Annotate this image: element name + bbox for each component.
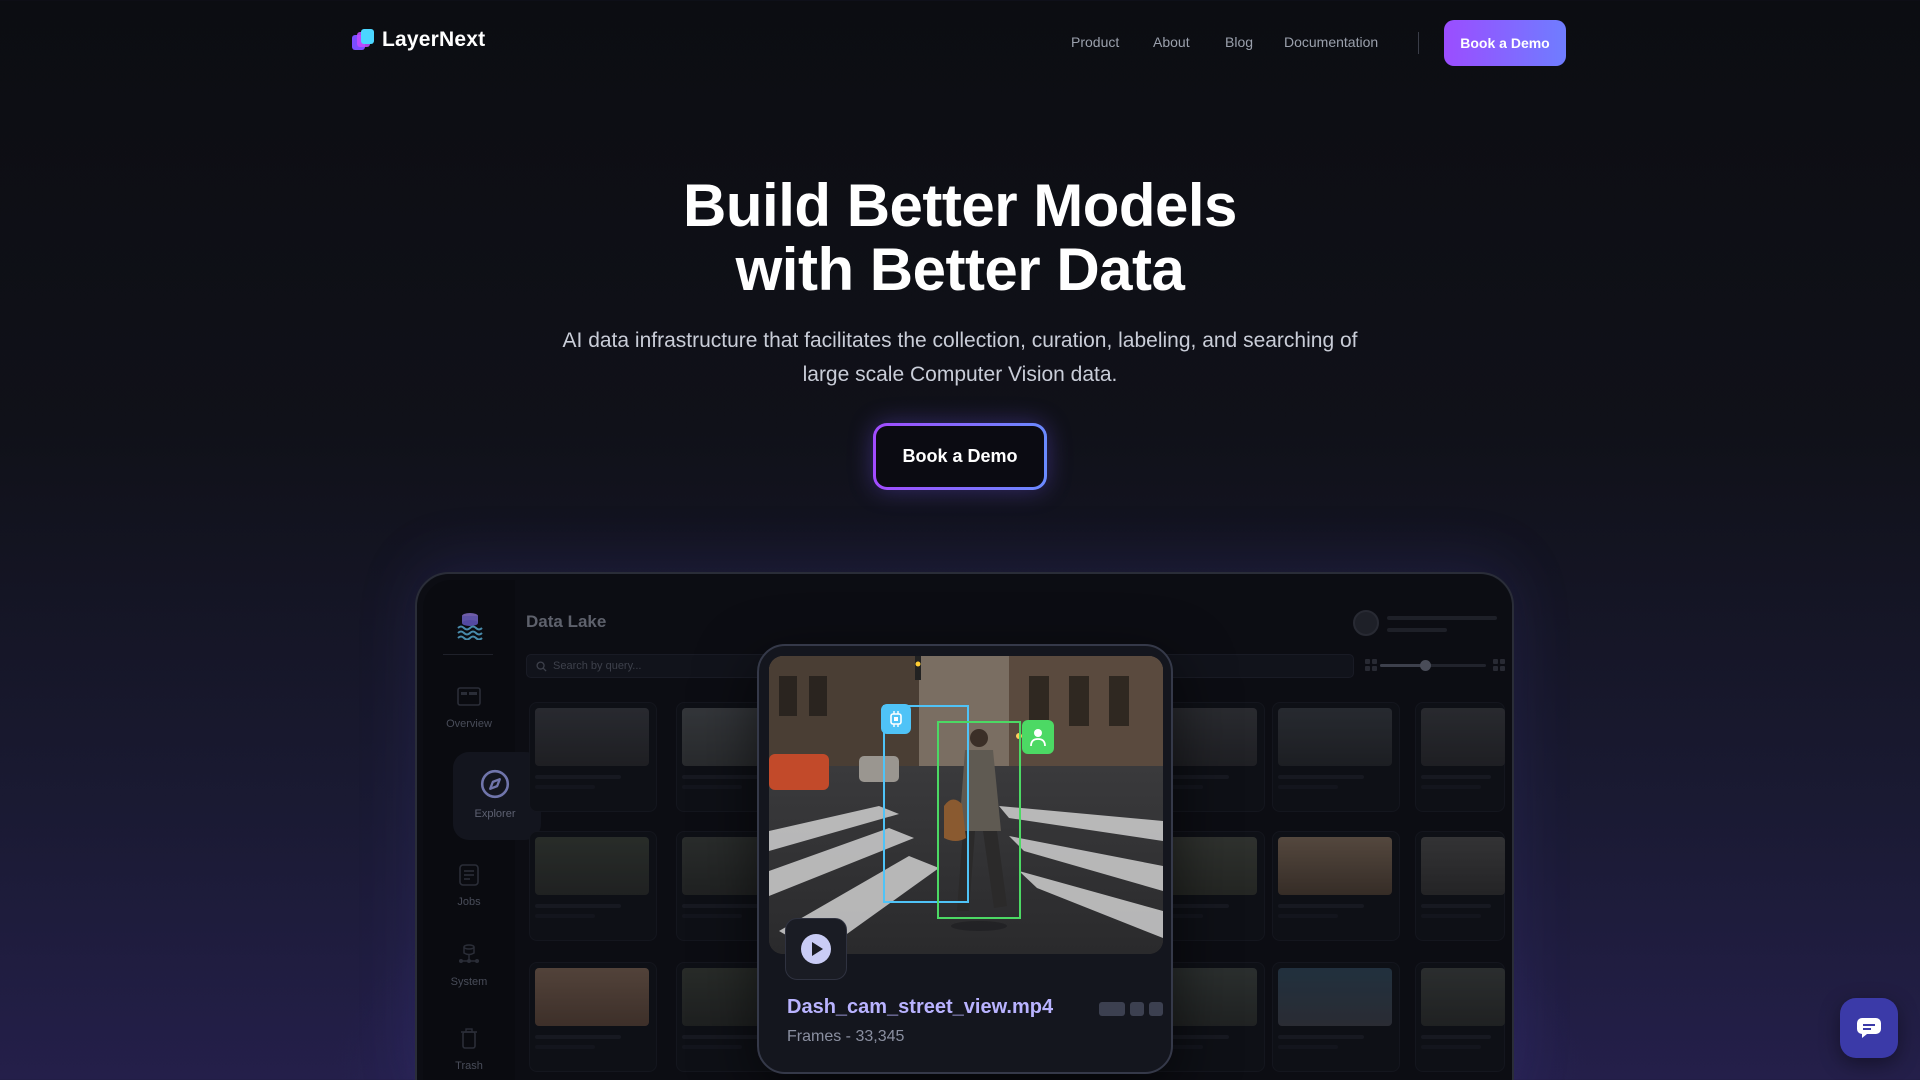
system-icon xyxy=(459,944,479,963)
data-card[interactable] xyxy=(1272,702,1400,812)
data-card[interactable] xyxy=(1415,702,1505,812)
site-header: LayerNext Product About Blog Documentati… xyxy=(0,0,1920,86)
sidebar-item-jobs[interactable]: Jobs xyxy=(423,862,515,910)
user-role-placeholder xyxy=(1387,628,1447,632)
play-icon xyxy=(801,934,831,964)
jobs-icon xyxy=(459,864,479,886)
chat-widget-button[interactable] xyxy=(1840,998,1898,1058)
data-card[interactable] xyxy=(1272,831,1400,941)
avatar[interactable] xyxy=(1353,610,1379,636)
data-card[interactable] xyxy=(1415,962,1505,1072)
hero-book-demo-button[interactable]: Book a Demo xyxy=(873,423,1047,490)
sidebar-item-label: Jobs xyxy=(457,896,481,908)
hero-title-line2: with Better Data xyxy=(735,236,1185,303)
brand-name: LayerNext xyxy=(382,28,486,51)
street-scene-image xyxy=(769,656,1163,954)
slider-handle[interactable] xyxy=(1420,660,1431,671)
header-book-demo-button[interactable]: Book a Demo xyxy=(1444,20,1566,66)
data-card[interactable] xyxy=(1415,831,1505,941)
hero-subtitle-line1: AI data infrastructure that facilitates … xyxy=(562,329,1358,352)
nav-divider xyxy=(1418,32,1419,54)
video-frame-count: Frames - 33,345 xyxy=(787,1028,905,1045)
sidebar-item-label: Trash xyxy=(455,1060,483,1072)
hero-subtitle-line2: large scale Computer Vision data. xyxy=(802,363,1118,386)
grid-small-icon[interactable] xyxy=(1365,659,1377,671)
data-card[interactable] xyxy=(529,702,657,812)
video-meta-indicators xyxy=(1099,1002,1163,1016)
data-card[interactable] xyxy=(529,962,657,1072)
sidebar-item-trash[interactable]: Trash xyxy=(423,1026,515,1074)
chip-icon xyxy=(890,711,902,727)
explorer-content: Explorer xyxy=(451,768,539,822)
sidebar-item-label: Overview xyxy=(446,718,492,730)
hero-subtitle: AI data infrastructure that facilitates … xyxy=(520,324,1400,392)
data-lake-title: Data Lake xyxy=(526,612,607,631)
person-icon xyxy=(1030,729,1046,747)
sidebar-item-label: Explorer xyxy=(474,808,516,820)
layernext-logo-icon xyxy=(352,29,374,51)
sidebar-item-explorer[interactable]: Explorer xyxy=(453,752,541,840)
video-filename: Dash_cam_street_view.mp4 xyxy=(787,996,1054,1018)
sidebar-divider xyxy=(443,654,493,655)
data-card[interactable] xyxy=(529,831,657,941)
video-frame xyxy=(769,656,1163,954)
user-name-placeholder xyxy=(1387,616,1497,620)
brand-logo[interactable]: LayerNext xyxy=(352,28,485,52)
sidebar-item-system[interactable]: System xyxy=(423,942,515,990)
sidebar-item-label: System xyxy=(450,976,488,988)
search-placeholder: Search by query... xyxy=(553,660,642,672)
play-button[interactable] xyxy=(785,918,847,980)
data-lake-logo-icon xyxy=(457,613,483,640)
object-label-tag-blue xyxy=(881,704,911,734)
hero-title: Build Better Models with Better Data xyxy=(0,174,1920,302)
sidebar-item-overview[interactable]: Overview xyxy=(423,684,515,732)
grid-large-icon[interactable] xyxy=(1493,659,1505,671)
trash-icon xyxy=(461,1028,477,1049)
nav-documentation[interactable]: Documentation xyxy=(1284,34,1378,50)
video-preview-card[interactable]: Dash_cam_street_view.mp4 Frames - 33,345 xyxy=(757,644,1173,1074)
nav-product[interactable]: Product xyxy=(1071,34,1119,50)
nav-blog[interactable]: Blog xyxy=(1225,34,1253,50)
hero-title-line1: Build Better Models xyxy=(683,172,1237,239)
overview-icon xyxy=(457,687,481,706)
nav-about[interactable]: About xyxy=(1153,34,1190,50)
compass-icon xyxy=(480,769,510,799)
chat-icon xyxy=(1857,1018,1881,1038)
dashboard-sidebar: Overview Explorer Jobs System Trash xyxy=(423,580,541,1080)
object-label-tag-green xyxy=(1022,720,1054,754)
data-card[interactable] xyxy=(1272,962,1400,1072)
search-icon xyxy=(536,660,547,672)
